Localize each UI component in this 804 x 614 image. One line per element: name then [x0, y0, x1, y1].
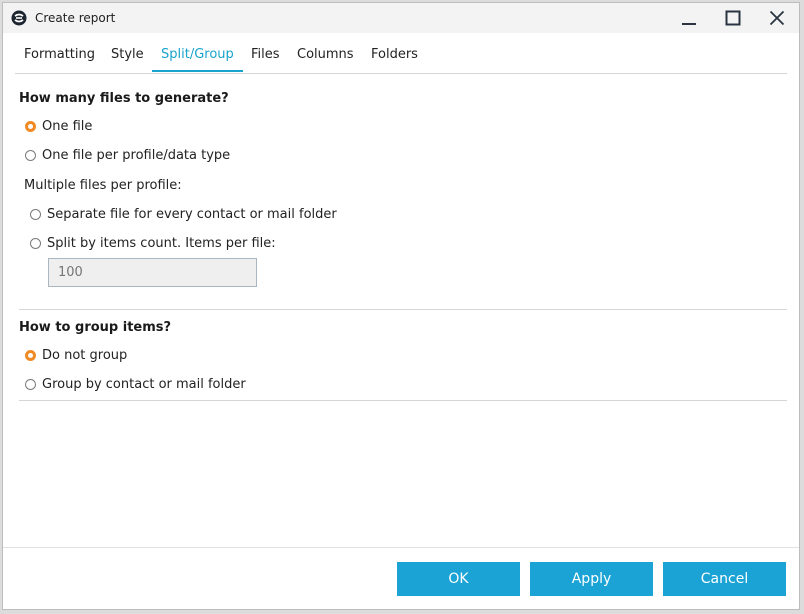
tab-style[interactable]: Style [102, 41, 153, 72]
tab-split-group[interactable]: Split/Group [152, 41, 243, 72]
group-section-title: How to group items? [19, 320, 172, 335]
radio-unchecked-icon [30, 238, 41, 249]
maximize-button[interactable] [711, 3, 755, 33]
radio-label: Group by contact or mail folder [42, 377, 246, 392]
radio-label: Separate file for every contact or mail … [47, 207, 337, 222]
radio-unchecked-icon [30, 209, 41, 220]
section-divider [19, 309, 787, 310]
radio-checked-icon [25, 350, 36, 361]
tab-files[interactable]: Files [242, 41, 289, 72]
tab-folders[interactable]: Folders [362, 41, 427, 72]
ok-button[interactable]: OK [397, 562, 520, 596]
radio-unchecked-icon [25, 379, 36, 390]
radio-label: Do not group [42, 348, 128, 363]
close-button[interactable] [755, 3, 799, 33]
radio-label: Split by items count. Items per file: [47, 236, 276, 251]
section-divider [19, 400, 787, 401]
title-bar: Create report [3, 3, 799, 33]
window-title: Create report [35, 11, 116, 25]
minimize-button[interactable] [667, 3, 711, 33]
maximize-icon [725, 10, 741, 26]
apply-button[interactable]: Apply [530, 562, 653, 596]
radio-label: One file per profile/data type [42, 148, 231, 163]
radio-do-not-group[interactable]: Do not group [25, 348, 127, 363]
create-report-dialog: Create report Formatting Style Split/Gro… [2, 2, 800, 610]
radio-unchecked-icon [25, 150, 36, 161]
close-icon [769, 10, 785, 26]
app-logo-icon [11, 10, 27, 26]
footer-divider [3, 547, 799, 548]
radio-one-file[interactable]: One file [25, 119, 92, 134]
tab-formatting[interactable]: Formatting [15, 41, 104, 72]
radio-checked-icon [25, 121, 36, 132]
multiple-files-label: Multiple files per profile: [24, 178, 182, 193]
radio-split-by-count[interactable]: Split by items count. Items per file: [30, 236, 276, 251]
split-section-title: How many files to generate? [19, 91, 229, 106]
radio-label: One file [42, 119, 93, 134]
radio-one-file-per-profile[interactable]: One file per profile/data type [25, 148, 230, 163]
items-per-file-input[interactable] [48, 258, 257, 287]
radio-separate-file[interactable]: Separate file for every contact or mail … [30, 207, 337, 222]
minimize-icon [682, 23, 696, 25]
tab-bar: Formatting Style Split/Group Files Colum… [15, 41, 787, 74]
tab-columns[interactable]: Columns [288, 41, 363, 72]
radio-group-by-contact[interactable]: Group by contact or mail folder [25, 377, 246, 392]
cancel-button[interactable]: Cancel [663, 562, 786, 596]
